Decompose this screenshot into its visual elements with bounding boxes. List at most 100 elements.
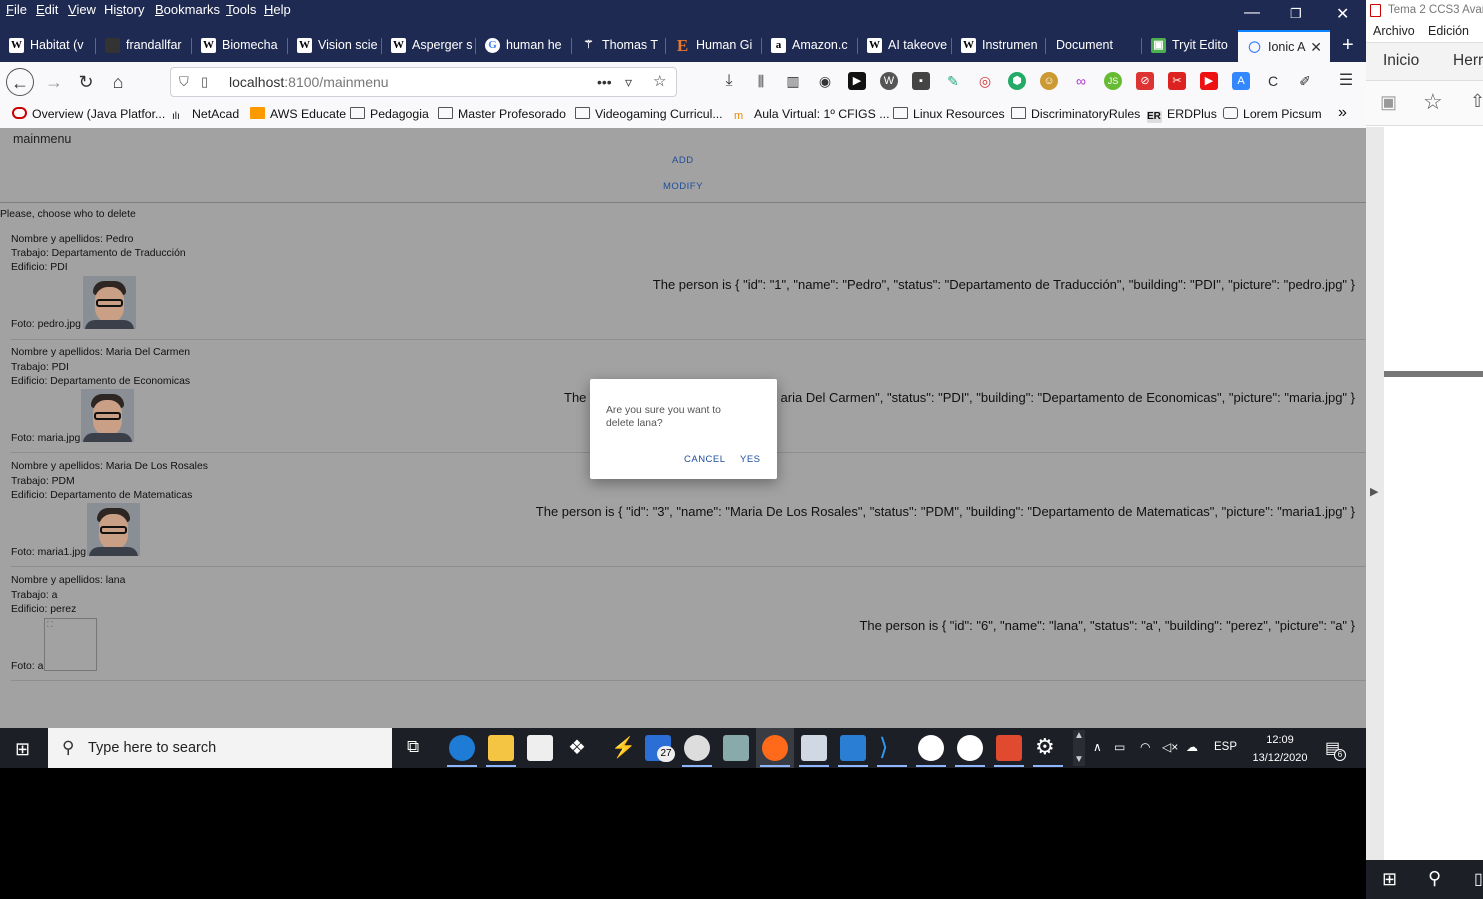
taskbar-scroll[interactable]: ▲ ▼ (1073, 730, 1085, 766)
bookmark-netacad[interactable]: ılı NetAcad (172, 107, 239, 123)
bookmark-linux[interactable]: Linux Resources (893, 107, 1005, 121)
no-script-icon[interactable]: ⊘ (1136, 72, 1154, 90)
pocket-icon[interactable]: ▿ (625, 68, 632, 96)
account-icon[interactable]: ◉ (816, 72, 834, 90)
restore-icon[interactable]: ❐ (1290, 6, 1302, 22)
vscode-icon[interactable]: ⟩ (879, 733, 888, 762)
pen-icon[interactable]: ✐ (1296, 72, 1314, 90)
library-icon[interactable]: ⫼ (752, 72, 770, 90)
search-icon[interactable]: ⚲ (1428, 868, 1441, 889)
star-icon[interactable]: ☆ (1423, 89, 1443, 115)
minimize-icon[interactable]: — (1244, 4, 1260, 22)
smiley-icon[interactable]: ☺ (1040, 72, 1058, 90)
new-tab-button[interactable]: + (1334, 30, 1366, 62)
bookmark-videogaming[interactable]: Videogaming Curricul... (575, 107, 723, 121)
sidebar-icon[interactable]: ▥ (784, 72, 802, 90)
task-view-icon[interactable]: ▯ (1474, 869, 1483, 889)
menu-file[interactable]: File (6, 2, 27, 17)
list-item[interactable]: Nombre y apellidos: lana Trabajo: a Edif… (0, 574, 1366, 680)
tab-amazon[interactable]: a Amazon.c (762, 30, 858, 62)
list-item[interactable]: Nombre y apellidos: Pedro Trabajo: Depar… (0, 232, 1366, 340)
downloads-icon[interactable]: ⤓ (720, 72, 738, 90)
menu-edit[interactable]: Edit (36, 2, 58, 17)
page-info-icon[interactable]: ▯ (201, 68, 208, 96)
menu-help[interactable]: Help (264, 2, 291, 17)
visual-studio-icon[interactable]: ⚡ (611, 735, 636, 760)
chevron-right-icon[interactable]: » (1338, 104, 1347, 122)
app-circle-icon[interactable] (957, 735, 983, 761)
translate-icon[interactable]: A (1232, 72, 1250, 90)
menu-archivo[interactable]: Archivo (1373, 24, 1415, 38)
bookmark-star-icon[interactable]: ☆ (653, 68, 666, 96)
printer-icon[interactable] (723, 735, 749, 761)
menu-view[interactable]: View (68, 2, 96, 17)
back-arrow-icon[interactable]: ← (6, 68, 34, 96)
battery-icon[interactable]: ▭ (1114, 740, 1125, 754)
eye-icon[interactable]: ◎ (976, 72, 994, 90)
screenshot-icon[interactable]: ✂ (1168, 72, 1186, 90)
tab-human-he[interactable]: Ghuman he (476, 30, 572, 62)
wordpress-icon[interactable]: W (880, 72, 898, 90)
add-button[interactable]: ADD (672, 155, 694, 166)
close-window-icon[interactable]: ✕ (1336, 4, 1349, 24)
forward-arrow-icon[interactable]: → (40, 68, 68, 96)
js-icon[interactable]: JS (1104, 72, 1122, 90)
url-bar[interactable]: ⛉ ▯ localhost:8100/mainmenu ••• ▿ ☆ (170, 67, 677, 97)
code-icon[interactable]: C (1264, 72, 1282, 90)
volume-muted-icon[interactable]: ◁× (1162, 740, 1178, 754)
tab-frandallfar[interactable]: frandallfar (96, 30, 192, 62)
youtube-icon[interactable]: ▶ (1200, 72, 1218, 90)
tab-tryit[interactable]: ▣ Tryit Edito (1142, 30, 1238, 62)
cancel-button[interactable]: CANCEL (684, 454, 726, 465)
bookmark-discriminatory[interactable]: DiscriminatoryRules (1011, 107, 1140, 121)
bookmark-lorem-picsum[interactable]: Lorem Picsum (1223, 107, 1322, 121)
tab-thomas[interactable]: ⚚ Thomas T (572, 30, 666, 62)
chevron-up-icon[interactable]: ∧ (1093, 740, 1102, 754)
bookmark-aula-virtual[interactable]: m Aula Virtual: 1º CFIGS ... (734, 107, 889, 122)
reload-icon[interactable]: ↻ (72, 68, 100, 96)
taskbar-search-input[interactable]: ⚲ Type here to search (48, 728, 392, 768)
clock-app-icon[interactable] (684, 735, 710, 761)
more-actions-icon[interactable]: ••• (597, 68, 612, 96)
shield-icon[interactable]: ⛉ (179, 68, 189, 96)
windows-start-icon[interactable]: ⊞ (15, 739, 30, 760)
photos-icon[interactable] (840, 735, 866, 761)
link-icon[interactable]: ∞ (1072, 72, 1090, 90)
word-icon[interactable] (918, 735, 944, 761)
home-icon[interactable]: ⌂ (104, 68, 132, 96)
yes-button[interactable]: YES (740, 454, 761, 465)
settings-gear-icon[interactable]: ⚙ (1035, 734, 1055, 760)
task-view-icon[interactable]: ⧉ (407, 737, 419, 757)
tab-habitat[interactable]: W Habitat (v (0, 30, 96, 62)
dashboard-icon[interactable]: ▪ (912, 72, 930, 90)
tab-ai-takeover[interactable]: W AI takeove (858, 30, 952, 62)
close-tab-icon[interactable]: ✕ (1310, 32, 1322, 62)
menu-history[interactable]: History (104, 2, 144, 17)
save-icon[interactable]: ▣ (1380, 92, 1397, 113)
bookmark-pedagogia[interactable]: Pedagogia (350, 107, 429, 121)
expand-panel-icon[interactable]: ▶ (1370, 485, 1378, 498)
filezilla-icon[interactable] (996, 735, 1022, 761)
bookmark-aws[interactable]: AWS Educate (250, 107, 346, 121)
firefox-icon[interactable] (762, 735, 788, 761)
tab-ionic-active[interactable]: ◯ Ionic A ✕ (1238, 30, 1330, 62)
windows-start-icon[interactable]: ⊞ (1382, 869, 1397, 890)
menu-edicion[interactable]: Edición (1428, 24, 1469, 38)
tab-herramientas[interactable]: Herr (1453, 52, 1483, 70)
language-indicator[interactable]: ESP (1214, 741, 1237, 753)
cloud-icon[interactable]: ☁ (1186, 740, 1198, 754)
bookmark-erdplus[interactable]: ER ERDPlus (1147, 107, 1217, 123)
notepad-icon[interactable] (801, 735, 827, 761)
menu-bookmarks[interactable]: Bookmarks (155, 2, 220, 17)
bookmark-master[interactable]: Master Profesorado (438, 107, 566, 121)
tab-instrumen[interactable]: W Instrumen (952, 30, 1046, 62)
wifi-icon[interactable]: ◠ (1140, 740, 1150, 754)
tab-asperger[interactable]: W Asperger s (382, 30, 476, 62)
tab-vision[interactable]: W Vision scie (288, 30, 382, 62)
clock[interactable]: 12:09 13/12/2020 (1240, 731, 1320, 767)
hamburger-menu-icon[interactable]: ☰ (1337, 72, 1355, 90)
edge-icon[interactable] (449, 735, 475, 761)
bookmark-overview[interactable]: Overview (Java Platfor... (12, 107, 165, 121)
upload-icon[interactable]: ⇧ (1470, 91, 1483, 112)
store-icon[interactable] (527, 735, 553, 761)
